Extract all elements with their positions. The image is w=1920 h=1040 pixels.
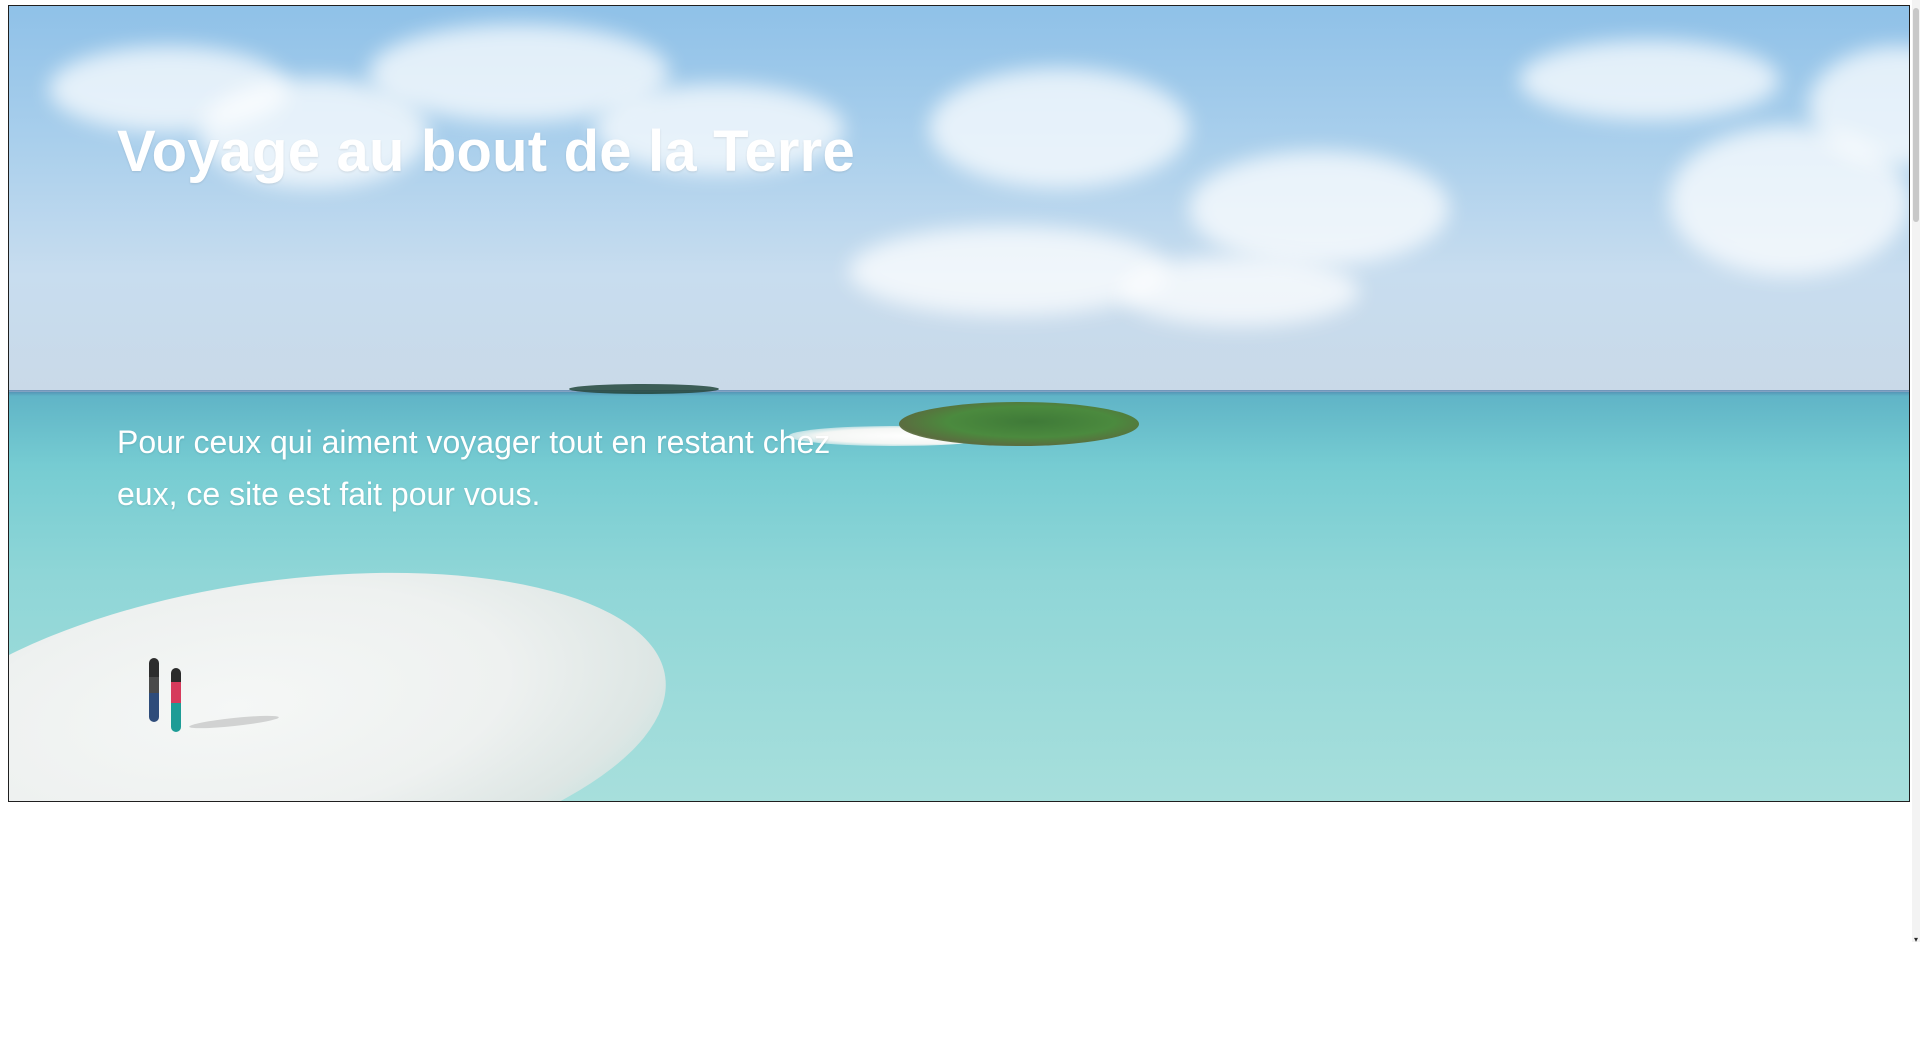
- island: [899, 402, 1139, 446]
- page: Voyage au bout de la Terre Pour ceux qui…: [0, 0, 1920, 1040]
- hero-banner: Voyage au bout de la Terre Pour ceux qui…: [8, 5, 1910, 802]
- horizon-line: [9, 390, 1909, 396]
- cloud: [849, 226, 1169, 316]
- cloud: [1189, 151, 1449, 266]
- person-icon: [149, 658, 159, 722]
- hero-subtitle: Pour ceux qui aiment voyager tout en res…: [117, 424, 831, 512]
- chevron-down-icon[interactable]: ▾: [1912, 936, 1920, 944]
- scrollbar-thumb[interactable]: [1913, 8, 1919, 222]
- vertical-scrollbar[interactable]: ▾: [1912, 0, 1920, 944]
- sky-background: [9, 6, 1909, 392]
- cloud: [1119, 256, 1359, 326]
- hero-content: Voyage au bout de la Terre Pour ceux qui…: [117, 118, 977, 512]
- person-icon: [171, 668, 181, 732]
- far-island: [569, 384, 719, 394]
- hero-title: Voyage au bout de la Terre: [117, 119, 855, 184]
- cloud: [1519, 40, 1779, 120]
